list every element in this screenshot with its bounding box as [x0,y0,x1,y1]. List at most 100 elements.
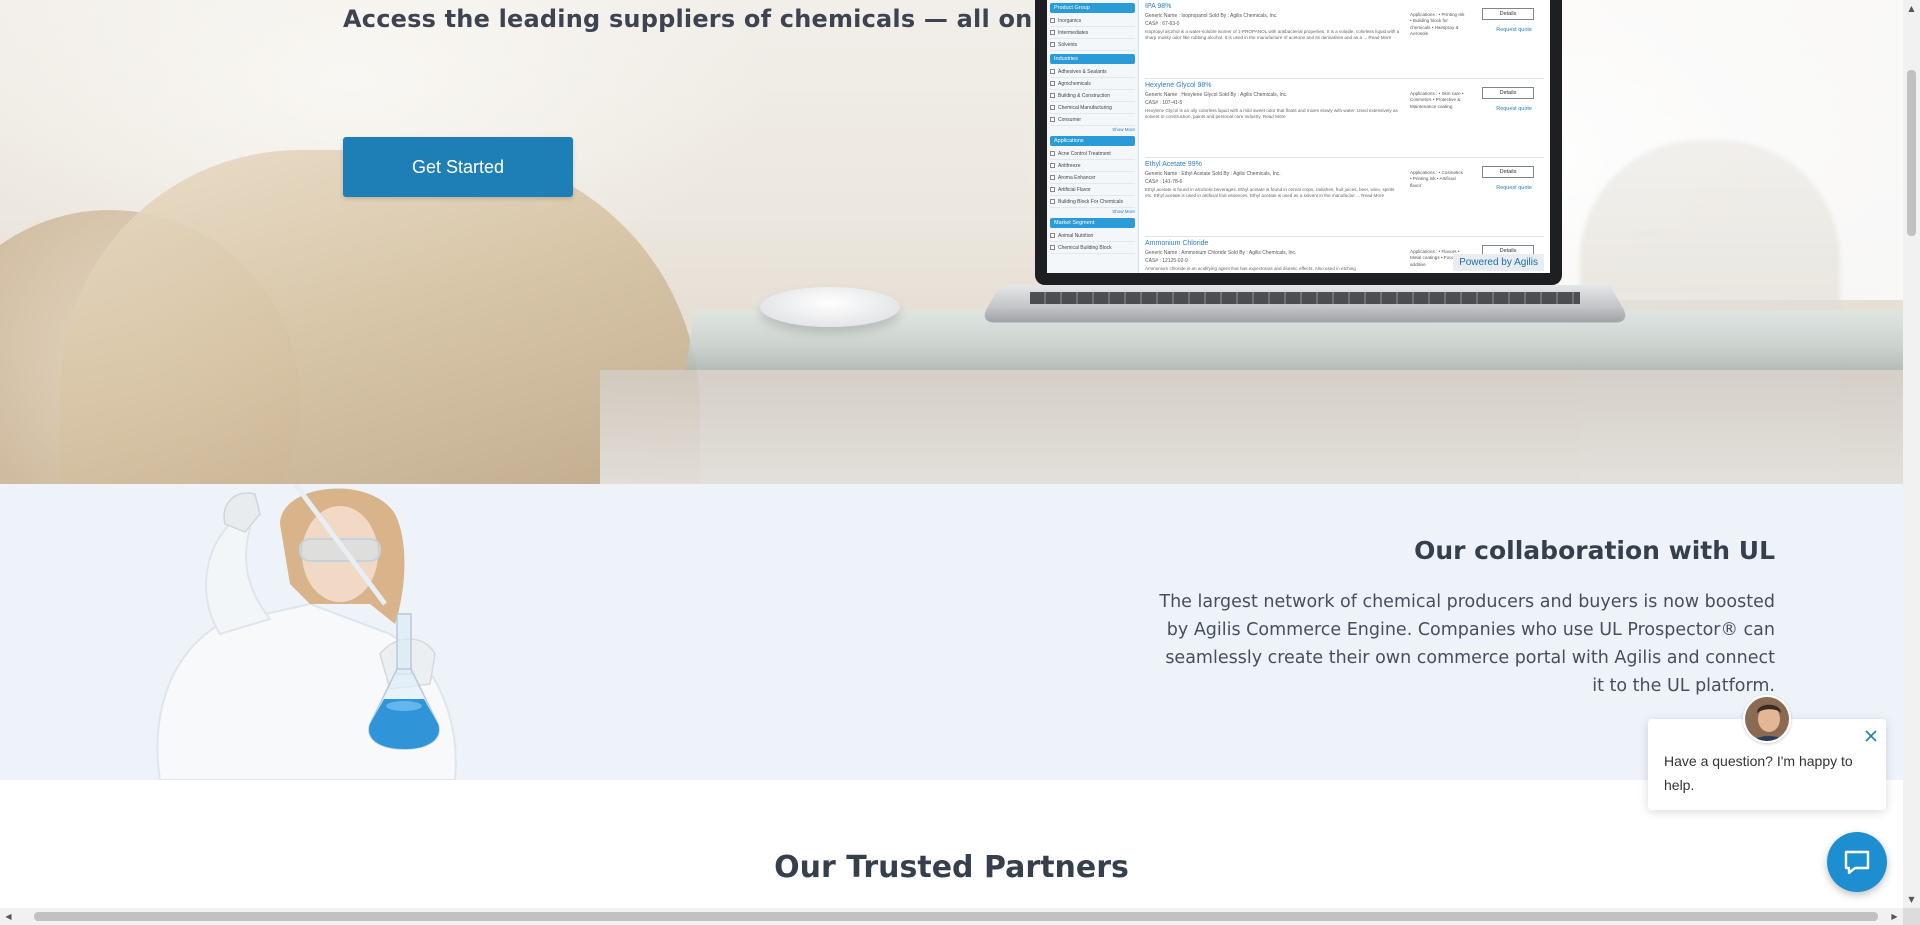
checkbox-icon [1050,151,1055,156]
scroll-left-icon[interactable]: ◀ [0,908,17,925]
checkbox-icon [1050,30,1055,35]
scientist-image [156,484,457,780]
checkbox-icon [1050,69,1055,74]
screen-filter-item: Agrochemicals [1050,78,1135,90]
scroll-down-icon[interactable]: ▼ [1903,891,1920,908]
screen-results-list: IPA 98% Generic Name : Isopropanol Sold B… [1139,0,1550,273]
screen-result-generic: Generic Name : Hexylene Glycol [1145,92,1218,98]
screen-filter-label: Consumer [1058,116,1082,123]
scroll-right-icon[interactable]: ▶ [1886,908,1903,925]
checkbox-icon [1050,199,1055,204]
screen-result-seller: Sold By : Agilis Chemicals, Inc. [1227,250,1297,256]
laptop-keyboard-image [1030,292,1580,304]
powered-by-badge: Powered by Agilis [1453,254,1544,271]
screen-filter-label: Acne Control Treatment [1058,150,1111,157]
screen-filter-item: Inorganics [1050,15,1135,27]
checkbox-icon [1050,93,1055,98]
scrollbar-corner [1903,908,1920,925]
screen-filter-label: Solvents [1058,41,1078,48]
checkbox-icon [1050,163,1055,168]
screen-filter-item: Intermediates [1050,27,1135,39]
screen-filter-label: Agrochemicals [1058,80,1091,87]
vertical-scrollbar[interactable]: ▲ ▼ [1903,0,1920,908]
screen-filter-label: Building & Construction [1058,92,1110,99]
screen-result-seller: Sold By : Agilis Chemicals, Inc. [1208,13,1278,19]
chat-message-text: Have a question? I'm happy to help. [1664,753,1853,793]
screen-filter-item: Animal Nutrition [1050,230,1135,242]
screen-result-applications: Applications : • Skin care • Cosmetics •… [1410,91,1464,109]
collaboration-section: Our collaboration with UL The largest ne… [0,484,1903,780]
screen-filter-item: Artificial Flavor [1050,184,1135,196]
screen-result-item: Ethyl Acetate 99% Generic Name : Ethyl Ac… [1145,158,1544,237]
chat-launcher-button[interactable] [1827,832,1887,892]
screen-result-generic: Generic Name : Ethyl Acetate [1145,171,1211,177]
screen-result-description: Hexylene Glycol is an oily colorless liq… [1145,108,1398,120]
vertical-scroll-thumb[interactable] [1907,70,1916,236]
screen-filter-label: Aroma Enhancer [1058,174,1096,181]
screen-details-button: Details [1482,87,1534,99]
screen-filter-label: Inorganics [1058,17,1082,24]
screen-show-more: Show More [1112,209,1135,214]
screen-details-button: Details [1482,166,1534,178]
screen-result-generic: Generic Name : Ammonium Chloride [1145,250,1227,256]
screen-filter-item: Chemical Building Block [1050,242,1135,254]
checkbox-icon [1050,187,1055,192]
scroll-up-icon[interactable]: ▲ [1903,0,1920,17]
screen-result-cas: CAS# : 67-63-0 [1145,21,1180,27]
screen-filter-item: Building Block For Chemicals [1050,196,1135,208]
screen-result-generic: Generic Name : Isopropanol [1145,13,1208,19]
screen-filter-label: Chemical Building Block [1058,244,1112,251]
screen-filter-label: Animal Nutrition [1058,232,1094,239]
screen-filter-item: Aroma Enhancer [1050,172,1135,184]
checkbox-icon [1050,245,1055,250]
checkbox-icon [1050,81,1055,86]
laptop-image: Product Group Inorganics Intermediates Solv… [1035,0,1562,285]
screen-filter-label: Artificial Flavor [1058,186,1091,193]
screen-filter-label: Adhesives & Sealants [1058,68,1107,75]
screen-request-quote-link: Request quote [1496,27,1532,33]
screen-result-seller: Sold By : Agilis Chemicals, Inc. [1211,171,1281,177]
horizontal-scroll-thumb[interactable] [34,912,1878,921]
screen-filter-item: Consumer [1050,114,1135,126]
screen-result-description: Isopropyl alcohol is a water-soluble iso… [1145,29,1400,41]
chat-bubble-icon [1844,850,1870,875]
checkbox-icon [1050,175,1055,180]
checkbox-icon [1050,105,1055,110]
screen-filter-item: Building & Construction [1050,90,1135,102]
screen-filter-item: Antifreeze [1050,160,1135,172]
screen-request-quote-link: Request quote [1496,185,1532,191]
screen-result-applications: Applications : • Cosmetics • Printing in… [1410,170,1463,188]
screen-result-description: Ammonium chloride is an acidifying agent… [1145,266,1356,271]
collaboration-text: The largest network of chemical producer… [1159,592,1775,696]
screen-details-button: Details [1482,8,1534,20]
screen-result-item: IPA 98% Generic Name : Isopropanol Sold B… [1145,0,1544,79]
screen-filter-item: Acne Control Treatment [1050,148,1135,160]
hero-section: Access the leading suppliers of chemical… [0,0,1903,484]
screen-filter-label: Intermediates [1058,29,1089,36]
mouse-image [760,287,900,327]
checkbox-icon [1050,233,1055,238]
checkbox-icon [1050,18,1055,23]
horizontal-scrollbar[interactable]: ◀ ▶ [0,908,1903,925]
screen-result-item: Hexylene Glycol 98% Generic Name : Hexyle… [1145,79,1544,158]
screen-result-applications: Applications : • Printing Ink • Building… [1410,12,1465,37]
screen-filter-heading: Industries [1050,54,1135,64]
screen-result-description: Ethyl acetate is found in alcoholic beve… [1145,187,1395,199]
collaboration-title: Our collaboration with UL [1414,536,1775,565]
screen-result-cas: CAS# : 107-41-5 [1145,100,1183,106]
screen-filter-label: Chemical Manufacturing [1058,104,1112,111]
screen-filter-label: Antifreeze [1058,162,1081,169]
get-started-button[interactable]: Get Started [343,137,573,197]
checkbox-icon [1050,42,1055,47]
screen-filter-heading: Product Group [1050,3,1135,13]
screen-result-seller: Sold By : Agilis Chemicals, Inc. [1218,92,1288,98]
screen-request-quote-link: Request quote [1496,106,1532,112]
screen-show-more: Show More [1112,127,1135,132]
screen-filter-label: Building Block For Chemicals [1058,198,1124,205]
screen-filter-item: Chemical Manufacturing [1050,102,1135,114]
close-icon[interactable] [1862,728,1880,746]
screen-filter-item: Adhesives & Sealants [1050,66,1135,78]
partners-title: Our Trusted Partners [774,850,1129,885]
screen-filter-heading: Market Segment [1050,218,1135,228]
agent-avatar [1743,695,1791,743]
